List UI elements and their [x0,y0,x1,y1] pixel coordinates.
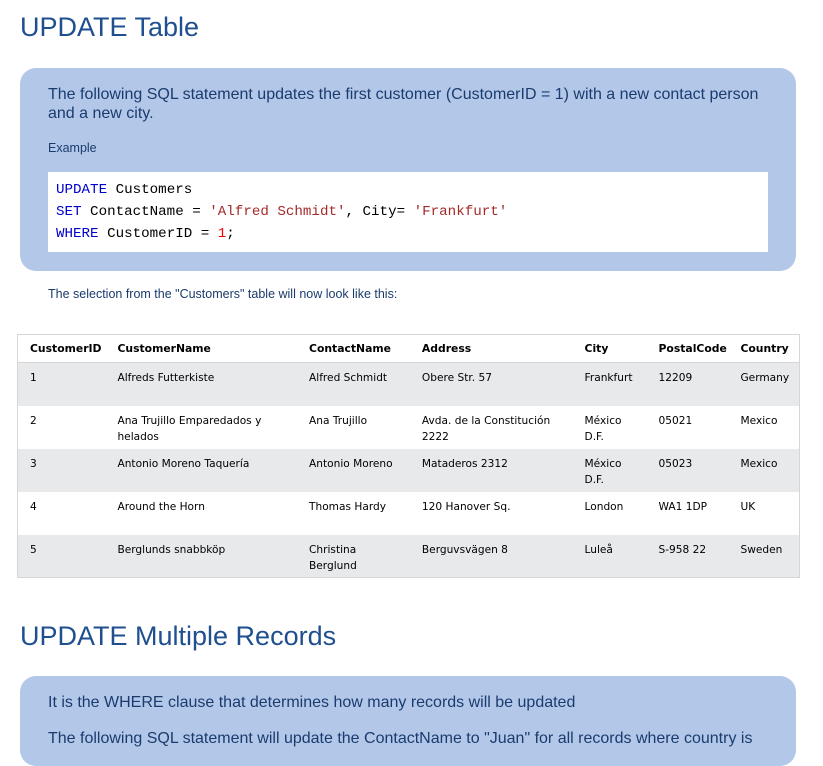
table-cell: Mexico [728,448,800,492]
table-cell: 4 [17,491,106,535]
column-header: CustomerID [17,334,106,363]
table-cell: Mataderos 2312 [409,448,573,492]
customers-table: CustomerID CustomerName ContactName Addr… [17,334,800,578]
table-cell: México D.F. [572,448,647,492]
table-cell: Sweden [728,534,800,578]
table-cell: 05021 [646,405,729,449]
table-cell: London [572,491,647,535]
code-text: , City= [345,204,414,220]
table-cell: 12209 [646,362,729,406]
code-line-1: UPDATE Customers [56,179,760,201]
update-juan-text: The following SQL statement will update … [48,730,753,747]
table-cell: Antonio Moreno [297,448,410,492]
example-panel: The following SQL statement updates the … [20,68,796,271]
column-header: Country [728,334,800,363]
table-intro-text: The selection from the "Customers" table… [48,287,398,301]
column-header: PostalCode [646,334,729,363]
table-cell: Alfreds Futterkiste [105,362,298,406]
table-cell: Germany [728,362,800,406]
code-string: 'Frankfurt' [413,204,508,220]
table-cell: 120 Hanover Sq. [409,491,573,535]
table-cell: 3 [17,448,106,492]
table-cell: Berglunds snabbköp [105,534,298,578]
table-cell: Christina Berglund [297,534,410,578]
where-clause-text: It is the WHERE clause that determines h… [48,694,576,711]
code-line-2: SET ContactName = 'Alfred Schmidt', City… [56,201,760,223]
table-row: 1 Alfreds Futterkiste Alfred Schmidt Obe… [17,362,800,406]
table-cell: Luleå [572,534,647,578]
keyword-where: WHERE [56,226,99,242]
table-cell: Avda. de la Constitución 2222 [409,405,573,449]
column-header: Address [409,334,573,363]
table-cell: Thomas Hardy [297,491,410,535]
table-cell: Frankfurt [572,362,647,406]
example-label: Example [48,141,97,155]
table-cell: 1 [17,362,106,406]
table-row: 2 Ana Trujillo Emparedados y helados Ana… [17,405,800,449]
table-cell: Ana Trujillo [297,405,410,449]
table-row: 3 Antonio Moreno Taquería Antonio Moreno… [17,448,800,492]
column-header: City [572,334,647,363]
code-text: Customers [107,182,193,198]
table-cell: México D.F. [572,405,647,449]
table-cell: Mexico [728,405,800,449]
table-row: 5 Berglunds snabbköp Christina Berglund … [17,534,800,578]
code-string: 'Alfred Schmidt' [209,204,346,220]
code-text: ; [226,226,235,242]
code-text: CustomerID = [98,226,218,242]
table-cell: Antonio Moreno Taquería [105,448,298,492]
lead-text: The following SQL statement updates the … [48,86,759,122]
table-cell: UK [728,491,800,535]
keyword-update: UPDATE [56,182,108,198]
table-cell: WA1 1DP [646,491,729,535]
keyword-set: SET [56,204,82,220]
column-header: ContactName [297,334,410,363]
table-cell: Around the Horn [105,491,298,535]
table-cell: Alfred Schmidt [297,362,410,406]
table-cell: Ana Trujillo Emparedados y helados [105,405,298,449]
table-cell: 5 [17,534,106,578]
table-cell: 2 [17,405,106,449]
code-line-3: WHERE CustomerID = 1; [56,223,760,245]
section-title-update-multiple: UPDATE Multiple Records [20,621,337,651]
multiple-records-panel: It is the WHERE clause that determines h… [20,676,796,766]
table-cell: Berguvsvägen 8 [409,534,573,578]
table-cell: 05023 [646,448,729,492]
section-title-update-table: UPDATE Table [20,12,200,42]
code-text: ContactName = [81,204,210,220]
table-cell: Obere Str. 57 [409,362,573,406]
code-block[interactable]: UPDATE Customers SET ContactName = 'Alfr… [48,172,768,252]
table-header-row: CustomerID CustomerName ContactName Addr… [17,334,800,363]
table-cell: S-958 22 [646,534,729,578]
table-row: 4 Around the Horn Thomas Hardy 120 Hanov… [17,491,800,535]
column-header: CustomerName [105,334,298,363]
